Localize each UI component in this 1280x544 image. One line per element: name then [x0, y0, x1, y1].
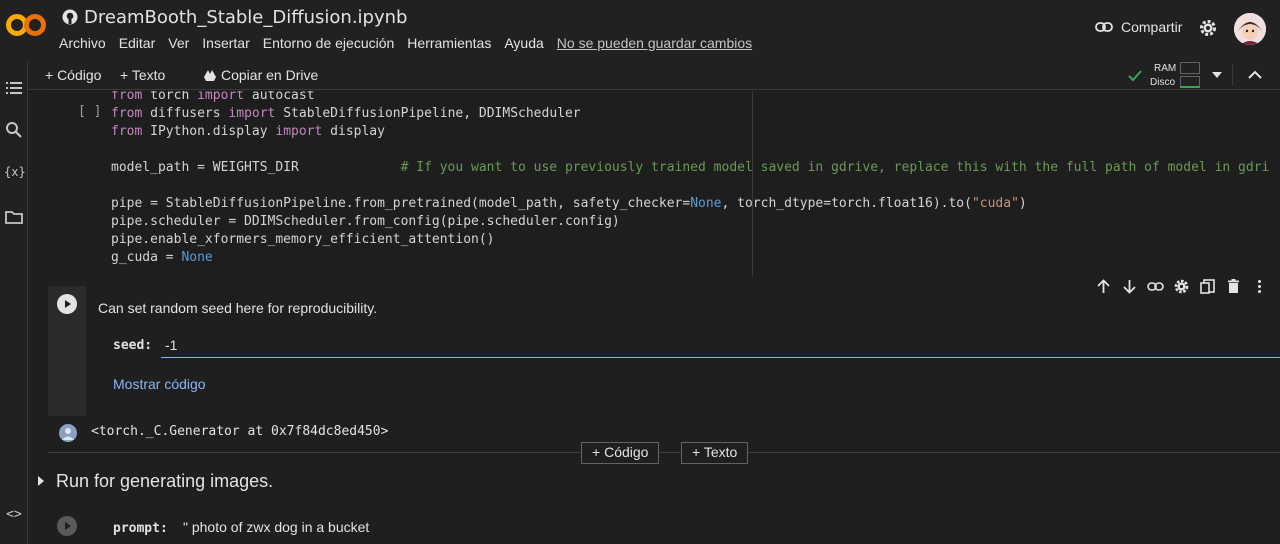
notebook-title[interactable]: DreamBooth_Stable_Diffusion.ipynb: [84, 7, 407, 28]
code-line: model_path = WEIGHTS_DIR # If you want t…: [111, 160, 1269, 175]
section-heading[interactable]: Run for generating images.: [56, 471, 273, 492]
code-line: from diffusers import StableDiffusionPip…: [111, 106, 581, 121]
unsaved-notice-link[interactable]: No se pueden guardar cambios: [557, 35, 752, 51]
form-cell[interactable]: Can set random seed here for reproducibi…: [48, 286, 1280, 416]
menu-entorno[interactable]: Entorno de ejecución: [263, 35, 395, 51]
code-token: , torch_dtype=torch.float16).to(: [721, 196, 972, 211]
code-token: import: [275, 124, 331, 139]
ram-label: RAM: [1154, 63, 1177, 74]
section-expand-chevron-icon[interactable]: [37, 476, 45, 486]
form-description: Can set random seed here for reproducibi…: [98, 300, 378, 316]
toolbar-divider: [1232, 64, 1233, 86]
play-icon: [65, 522, 71, 530]
header: DreamBooth_Stable_Diffusion.ipynb Archiv…: [0, 0, 1280, 62]
code-token: from: [111, 106, 151, 121]
prompt-input[interactable]: " photo of zwx dog in a bucket: [183, 519, 369, 535]
prompt-form-cell[interactable]: prompt: " photo of zwx dog in a bucket: [48, 511, 1280, 544]
code-token: None: [181, 250, 213, 265]
menu-bar: Archivo Editar Ver Insertar Entorno de e…: [59, 35, 765, 51]
ram-bar: [1180, 62, 1200, 74]
plus-icon: +: [592, 444, 605, 460]
disk-bar: [1180, 76, 1200, 88]
menu-insertar[interactable]: Insertar: [202, 35, 249, 51]
table-of-contents-icon[interactable]: [4, 78, 24, 98]
play-icon: [65, 300, 71, 308]
code-token: pipe = StableDiffusionPipeline.from_pret…: [111, 196, 691, 211]
connected-check-icon: [1128, 70, 1142, 82]
code-line: pipe.enable_xformers_memory_efficient_at…: [111, 232, 495, 247]
folder-icon[interactable]: [4, 207, 24, 227]
disk-label: Disco: [1150, 77, 1176, 88]
ruler-line: [752, 91, 753, 277]
search-icon[interactable]: [4, 120, 24, 140]
code-token: display: [330, 124, 385, 139]
plus-icon: +: [692, 444, 704, 460]
code-token: from: [111, 91, 151, 103]
prompt-label: prompt:: [113, 521, 168, 536]
seed-label: seed:: [113, 338, 153, 353]
run-cell-button[interactable]: [57, 294, 77, 314]
insert-code-label: Código: [604, 444, 649, 460]
insert-text-label: Texto: [703, 444, 738, 460]
code-cell[interactable]: [ ] from torch import autocast from diffu…: [48, 91, 1280, 277]
menu-ayuda[interactable]: Ayuda: [504, 35, 543, 51]
github-icon: [62, 9, 78, 25]
output-user-icon: [59, 424, 77, 442]
code-token: import: [228, 106, 284, 121]
collapse-header-icon[interactable]: [1248, 70, 1262, 79]
code-token: None: [690, 196, 722, 211]
code-token: "cuda": [971, 196, 1019, 211]
settings-gear-icon[interactable]: [1198, 18, 1218, 38]
avatar-image: [1234, 13, 1266, 45]
cell-output: <torch._C.Generator at 0x7f84dc8ed450>: [48, 416, 1280, 446]
code-token: IPython.display: [150, 124, 276, 139]
colab-logo[interactable]: [6, 10, 46, 40]
insert-code-cell-button[interactable]: + Código: [581, 442, 660, 464]
code-line: pipe.scheduler = DDIMScheduler.from_conf…: [111, 214, 620, 229]
code-snippets-icon[interactable]: <>: [4, 507, 24, 527]
code-token: model_path = WEIGHTS_DIR: [111, 160, 401, 175]
seed-input[interactable]: [161, 332, 1280, 358]
code-token: pipe.enable_xformers_memory_efficient_at…: [111, 232, 495, 247]
add-text-button[interactable]: + Texto: [120, 67, 165, 83]
avatar[interactable]: [1234, 13, 1266, 45]
code-line: g_cuda = None: [111, 250, 213, 265]
variables-icon[interactable]: {x}: [4, 165, 26, 185]
copy-to-drive-label: Copiar en Drive: [221, 67, 319, 83]
menu-ver[interactable]: Ver: [168, 35, 189, 51]
left-sidebar: {x} <>: [0, 62, 28, 544]
code-token: g_cuda =: [111, 250, 182, 265]
code-token: pipe.scheduler = DDIMScheduler.from_conf…: [111, 214, 620, 229]
insert-cell-divider: [48, 452, 1280, 453]
add-code-button[interactable]: + Código: [45, 67, 101, 83]
code-line: from IPython.display import display: [111, 124, 385, 139]
menu-editar[interactable]: Editar: [119, 35, 156, 51]
code-token: # If you want to use previously trained …: [400, 160, 1270, 175]
code-token: import: [197, 91, 252, 103]
drive-icon: [204, 69, 216, 81]
insert-text-cell-button[interactable]: + Texto: [681, 442, 749, 464]
resources-indicator[interactable]: RAM Disco: [1128, 62, 1210, 90]
code-token: torch: [150, 91, 198, 103]
code-token: autocast: [251, 91, 315, 103]
share-label: Compartir: [1121, 19, 1183, 35]
notebook-toolbar: + Código + Texto Copiar en Drive RAM Dis…: [28, 62, 1280, 90]
resources-dropdown-icon[interactable]: [1212, 72, 1222, 78]
run-cell-marker[interactable]: [ ]: [78, 104, 101, 119]
run-prompt-cell-button[interactable]: [57, 516, 77, 536]
code-token: diffusers: [150, 106, 229, 121]
code-line: from torch import autocast: [111, 91, 315, 103]
menu-archivo[interactable]: Archivo: [59, 35, 106, 51]
code-token: StableDiffusionPipeline, DDIMScheduler: [283, 106, 581, 121]
output-text: <torch._C.Generator at 0x7f84dc8ed450>: [91, 424, 389, 439]
show-code-link[interactable]: Mostrar código: [113, 376, 206, 392]
code-line: pipe = StableDiffusionPipeline.from_pret…: [111, 196, 1027, 211]
share-button[interactable]: Compartir: [1095, 19, 1182, 35]
copy-to-drive-button[interactable]: Copiar en Drive: [204, 67, 318, 83]
menu-herramientas[interactable]: Herramientas: [407, 35, 491, 51]
link-icon: [1095, 22, 1113, 32]
code-token: ): [1018, 196, 1027, 211]
notebook-main: [ ] from torch import autocast from diffu…: [29, 91, 1280, 544]
code-token: from: [111, 124, 151, 139]
